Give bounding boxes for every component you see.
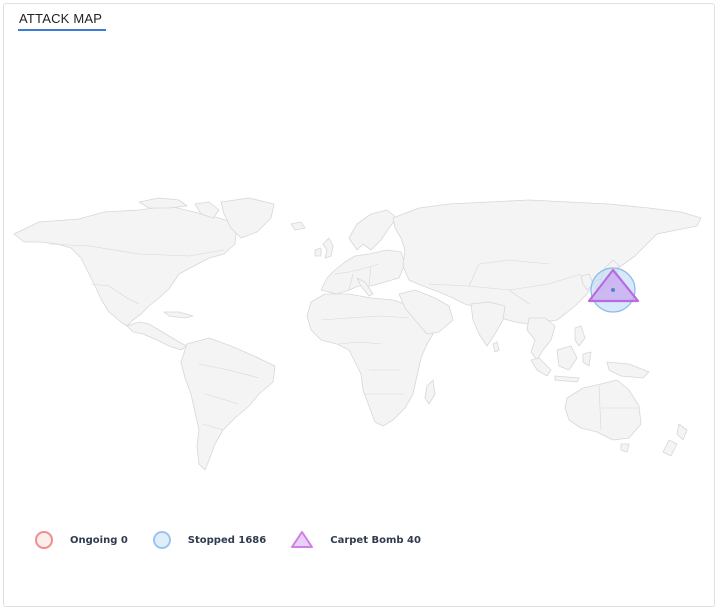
madagascar [424, 379, 436, 405]
java [554, 375, 580, 383]
legend-label-carpet-bomb: Carpet Bomb 40 [330, 534, 421, 546]
legend-label-ongoing: Ongoing 0 [70, 534, 128, 546]
ongoing-circle-icon [35, 531, 53, 549]
sri-lanka [492, 341, 500, 353]
marker-center-dot [611, 288, 615, 292]
australia [564, 379, 642, 441]
great-britain [322, 237, 334, 259]
philippines [574, 325, 586, 347]
new-zealand-north [676, 423, 688, 441]
legend-item-stopped[interactable]: Stopped 1686 [152, 530, 266, 550]
new-guinea [606, 361, 650, 379]
borneo [556, 345, 578, 371]
scandinavia [348, 209, 398, 251]
carpet-bomb-triangle-icon [291, 531, 314, 548]
legend-label-stopped: Stopped 1686 [187, 534, 267, 546]
tasmania [620, 443, 630, 453]
central-america [126, 321, 188, 351]
north-america [13, 205, 238, 327]
sulawesi [582, 351, 592, 367]
cuba [163, 311, 194, 319]
attack-map-panel: ATTACK MAP Ongoing 0 Stopped 1686 Carpet… [3, 3, 715, 607]
iceland [290, 221, 306, 231]
sumatra [530, 357, 552, 377]
south-america [180, 337, 276, 471]
ireland [314, 247, 322, 257]
new-zealand-south [662, 439, 678, 457]
land-layer [13, 197, 702, 471]
southeast-asia [526, 317, 556, 361]
world-map[interactable] [9, 194, 709, 484]
legend-item-carpet-bomb[interactable]: Carpet Bomb 40 [290, 530, 421, 550]
stopped-circle-icon [152, 531, 171, 549]
legend-item-ongoing[interactable]: Ongoing 0 [34, 530, 128, 550]
title-underline [18, 29, 106, 31]
map-legend: Ongoing 0 Stopped 1686 Carpet Bomb 40 [34, 527, 445, 553]
india [470, 301, 506, 347]
arctic-islands [138, 197, 188, 209]
panel-title: ATTACK MAP [19, 11, 103, 26]
